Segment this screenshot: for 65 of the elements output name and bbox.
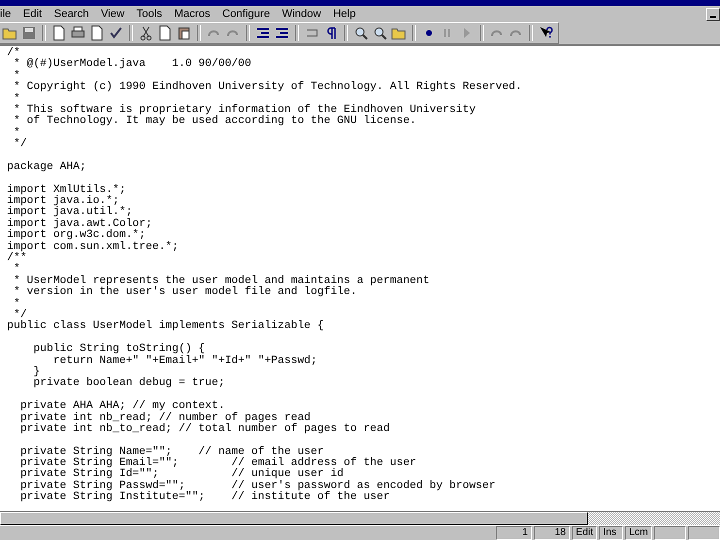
code-line: * (12, 298, 20, 310)
status-cell: 1 (496, 526, 532, 540)
menu-item[interactable]: Edit (17, 8, 48, 20)
paste-icon[interactable] (176, 25, 192, 41)
menu-item[interactable]: Help (327, 8, 362, 20)
indent-icon[interactable] (255, 25, 271, 41)
code-line: package AHA; (7, 162, 88, 174)
code-line: private boolean debug = true; (32, 378, 226, 390)
code-line: import java.io.*; (7, 196, 120, 208)
code-line: * (12, 128, 20, 139)
code-line: } (32, 366, 40, 378)
code-editor[interactable] (0, 44, 720, 511)
menu-item[interactable]: ile (0, 8, 18, 20)
code-line: */ (12, 139, 28, 151)
menu-item[interactable]: Window (276, 8, 328, 20)
status-cell: Lcm (625, 526, 652, 540)
code-line: import java.awt.Color; (7, 218, 154, 230)
find-icon[interactable] (353, 25, 369, 41)
code-line: * @(#)UserModel.java 1.0 90/00/00 (12, 59, 252, 70)
code-line: return Name+" "+Email+" "+Id+" "+Passwd; (52, 356, 318, 367)
code-line: * (12, 70, 22, 82)
code-line: * UserModel represents the user model and maintains a permanent (12, 276, 430, 287)
code-line: import org.w3c.dom.*; (7, 230, 146, 242)
code-line: import com.sun.xml.tree.*; (7, 242, 180, 253)
menu-item[interactable]: Macros (168, 8, 216, 20)
code-line: /** (7, 253, 28, 264)
code-line: * This software is proprietary information of the Eindhoven University (12, 104, 477, 116)
code-line: private int nb_to_read; // total number of pages to read (19, 424, 391, 436)
status-panel (654, 526, 686, 540)
spell-check-icon[interactable] (108, 25, 124, 41)
code-line: * Copyright (c) 1990 Eindhoven University of Technology. All Rights Reserved. (12, 82, 523, 94)
save-icon[interactable] (21, 25, 37, 41)
code-line: * (12, 94, 22, 105)
status-cell: Ins (599, 526, 624, 540)
cut-icon[interactable] (138, 25, 154, 41)
code-line: public class UserModel implements Serializable { (7, 321, 325, 333)
code-line: private AHA AHA; // my context. (19, 401, 226, 412)
status-cell: 18 (534, 526, 570, 540)
code-line: private int nb_read; // number of pages read (19, 412, 312, 424)
code-line: /* (7, 48, 22, 59)
code-line: * (12, 264, 22, 276)
code-line: * of Technology. It may be used according to the GNU license. (12, 116, 418, 128)
code-line: private String Passwd=""; // user's password as encoded by browser (19, 480, 496, 492)
code-line: public String toString() { (32, 344, 206, 356)
menu-item[interactable]: Search (48, 8, 95, 20)
code-line: */ (14, 310, 27, 321)
scrollbar-thumb[interactable] (0, 512, 588, 525)
menu-item[interactable]: View (94, 8, 130, 20)
code-line: private String Institute=""; // institute of the user (19, 492, 391, 504)
horizontal-scrollbar[interactable] (0, 511, 720, 525)
menu-item[interactable]: Configure (216, 8, 276, 20)
minimize-icon (710, 16, 716, 18)
code-line: private String Id=""; // unique user id (19, 469, 344, 480)
outdent-icon[interactable] (274, 25, 290, 41)
replace-icon[interactable] (372, 25, 388, 41)
status-cell: Edit (572, 526, 598, 540)
code-line: import java.util.*; (7, 207, 132, 218)
code-line: private String Name=""; // name of the user (19, 446, 324, 458)
code-line: import XmlUtils.*; (7, 184, 127, 196)
document-icon[interactable] (51, 25, 67, 41)
code-line: * version in the user's user model file and logfile. (12, 287, 358, 298)
code-line: private String Email=""; // email address of the user (19, 458, 418, 470)
menu-item[interactable]: Tools (130, 8, 168, 20)
minimize-button[interactable] (706, 8, 720, 20)
status-panel (688, 526, 720, 540)
